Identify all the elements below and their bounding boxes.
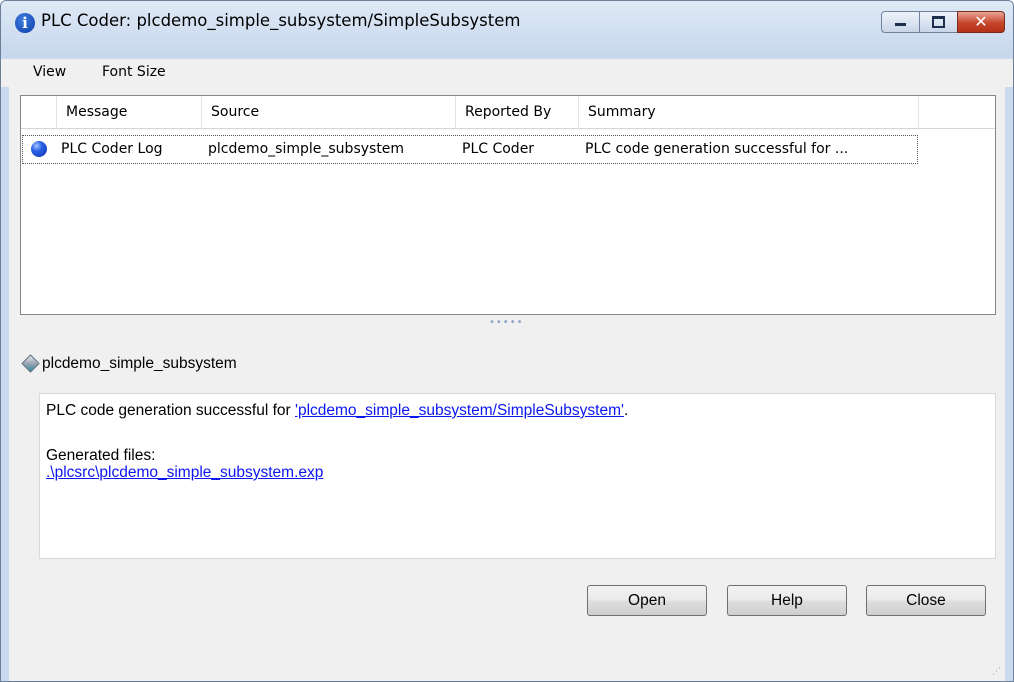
- report-panel: PLC code generation successful for 'plcd…: [39, 393, 996, 559]
- cell-reported-by: PLC Coder: [462, 141, 535, 157]
- resize-grip-icon[interactable]: ⋰: [992, 668, 1001, 677]
- generated-files-label: Generated files:: [46, 447, 156, 464]
- model-diamond-icon: [21, 354, 40, 373]
- table-header: Message Source Reported By Summary: [21, 96, 995, 129]
- info-icon: [31, 141, 47, 157]
- close-icon: ✕: [974, 12, 988, 31]
- generated-file-link-text[interactable]: .\plcsrc\plcdemo_simple_subsystem.exp: [46, 464, 323, 481]
- cell-summary: PLC code generation successful for ...: [585, 141, 849, 157]
- menu-font-size[interactable]: Font Size: [100, 63, 168, 81]
- dialog-body: Message Source Reported By Summary PLC C…: [9, 87, 1005, 681]
- minimize-button[interactable]: [881, 11, 920, 33]
- window-controls: ✕: [881, 11, 1005, 33]
- detail-header: plcdemo_simple_subsystem: [42, 355, 237, 372]
- report-text-suffix: .: [623, 402, 629, 419]
- menu-view[interactable]: View: [31, 63, 68, 81]
- plc-coder-window: i PLC Coder: plcdemo_simple_subsystem/Si…: [0, 0, 1014, 682]
- close-window-button[interactable]: ✕: [957, 11, 1005, 33]
- cell-message: PLC Coder Log: [61, 141, 163, 157]
- minimize-icon: [895, 23, 906, 26]
- report-line-1: PLC code generation successful for 'plcd…: [46, 402, 628, 420]
- window-title: PLC Coder: plcdemo_simple_subsystem/Simp…: [41, 11, 521, 30]
- column-header-message[interactable]: Message: [57, 96, 202, 128]
- column-header-icon[interactable]: [21, 96, 57, 128]
- generated-file-link[interactable]: .\plcsrc\plcdemo_simple_subsystem.exp: [46, 464, 323, 482]
- column-header-summary[interactable]: Summary: [579, 96, 919, 128]
- maximize-icon: [932, 16, 945, 28]
- splitter-handle[interactable]: •••••: [489, 318, 524, 328]
- menu-bar: View Font Size: [1, 59, 1013, 87]
- info-icon: i: [15, 13, 35, 33]
- cell-source: plcdemo_simple_subsystem: [208, 141, 405, 157]
- title-bar[interactable]: i PLC Coder: plcdemo_simple_subsystem/Si…: [1, 1, 1013, 57]
- model-link[interactable]: 'plcdemo_simple_subsystem/SimpleSubsyste…: [295, 402, 624, 419]
- close-button[interactable]: Close: [866, 585, 986, 616]
- help-button[interactable]: Help: [727, 585, 847, 616]
- maximize-button[interactable]: [919, 11, 958, 33]
- report-text: PLC code generation successful for: [46, 402, 295, 419]
- message-table[interactable]: Message Source Reported By Summary PLC C…: [20, 95, 996, 315]
- open-button[interactable]: Open: [587, 585, 707, 616]
- column-header-reported-by[interactable]: Reported By: [456, 96, 579, 128]
- column-header-source[interactable]: Source: [202, 96, 456, 128]
- table-row[interactable]: PLC Coder Log plcdemo_simple_subsystem P…: [22, 135, 918, 164]
